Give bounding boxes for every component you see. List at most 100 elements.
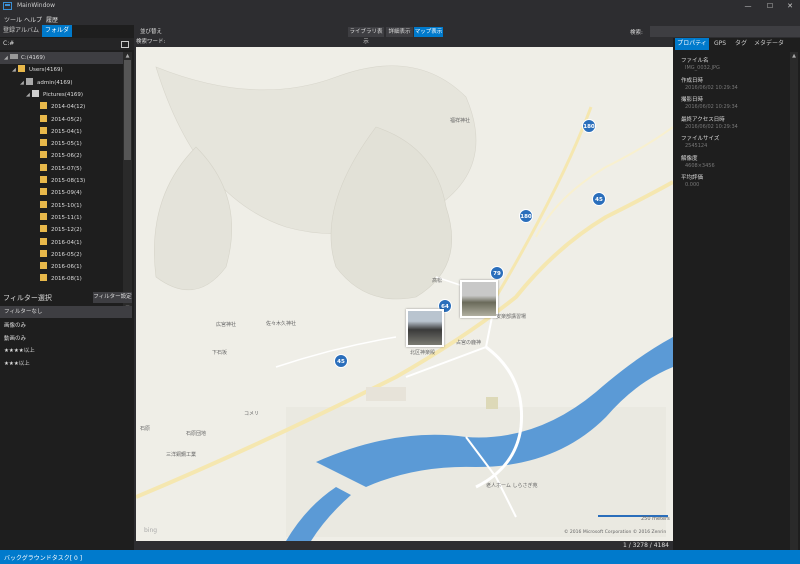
filter-images-only[interactable]: 画像のみ (0, 320, 132, 332)
library-view-button[interactable]: ライブラリ表示 (348, 27, 384, 45)
tree-item-label: 2015-07(5) (51, 165, 82, 172)
map-copyright: © 2016 Microsoft Corporation © 2016 Zenr… (564, 530, 667, 535)
tree-item-label: 2015-09(4) (51, 190, 82, 197)
close-button[interactable]: ✕ (782, 1, 798, 11)
maximize-button[interactable]: ☐ (762, 1, 778, 11)
pictures-icon (32, 89, 39, 97)
map-label: 下石坂 (212, 350, 228, 356)
scroll-up-icon[interactable]: ▲ (790, 53, 798, 59)
menu-help[interactable]: ヘルプ (24, 15, 42, 24)
tree-item[interactable]: 2015-12(2) (0, 224, 123, 236)
road-shield-180-icon: 180 (582, 119, 596, 133)
tree-item-label: 2015-11(1) (51, 214, 82, 221)
tree-item[interactable]: 2015-06(2) (0, 150, 123, 162)
tree-item[interactable]: 2015-11(1) (0, 212, 123, 224)
folder-icon (40, 151, 47, 159)
photo-pin-thumbnail[interactable] (460, 280, 498, 318)
map-label: 三洋銅鋼工業 (166, 452, 197, 458)
center-toolbar: 並び替え 検索ワード: ライブラリ表示 詳細表示 マップ表示 検索: (134, 25, 800, 47)
tree-item[interactable]: 2015-07(5) (0, 163, 123, 175)
tree-item[interactable]: 2015-04(1) (0, 126, 123, 138)
drive-icon (10, 54, 18, 59)
folder-icon (40, 262, 47, 270)
tree-item-label: 2014-05(2) (51, 116, 82, 123)
folder-icon (40, 139, 47, 147)
property-value: 2016/06/02 10:29:34 (685, 123, 738, 130)
keyword-label: 検索ワード: (136, 39, 166, 45)
tree-scroll-thumb[interactable] (124, 60, 131, 160)
tab-gps[interactable]: GPS (710, 38, 730, 50)
tree-root-label: C:# (3, 40, 15, 47)
tree-item-label: Pictures(4169) (43, 91, 84, 98)
tree-item[interactable]: 2016-04(1) (0, 237, 123, 249)
folder-icon (40, 176, 47, 183)
background-task-status: バックグラウンドタスク[ 0 ] (4, 555, 83, 562)
tree-item[interactable]: ◢ admin(4169) (0, 77, 123, 89)
collapse-all-button[interactable] (121, 41, 129, 48)
photo-pin-thumbnail[interactable] (406, 309, 444, 347)
filter-title: フィルター選択 (3, 294, 52, 302)
minimize-button[interactable]: — (740, 1, 756, 11)
tab-folders[interactable]: フォルダ (42, 25, 72, 37)
tree-item[interactable]: 2014-05(2) (0, 114, 123, 126)
status-bar: バックグラウンドタスク[ 0 ] (0, 550, 800, 564)
tree-item-label: C:(4169) (21, 55, 45, 61)
sort-button[interactable]: 並び替え (140, 27, 162, 35)
tree-item[interactable]: 2016-06(1) (0, 261, 123, 273)
filter-settings-button[interactable]: フィルター設定 (93, 292, 132, 303)
tree-item[interactable]: 2016-08(1) (0, 273, 123, 285)
property-value: 2545124 (685, 143, 708, 149)
search-input[interactable] (650, 26, 800, 37)
filter-3-stars[interactable]: ★★★以上 (0, 358, 132, 370)
left-panel: 登録アルバム フォルダ C:# ◢ C:(4169) ◢ Users(4169) ◢ ad… (0, 25, 134, 550)
map-status-bar: 1 / 3278 / 4184 (134, 541, 675, 550)
property-label: 撮影日時 (681, 97, 704, 103)
tree-item[interactable]: ◢ Pictures(4169) (0, 89, 123, 101)
property-value: 2016/06/02 10:29:34 (685, 84, 738, 91)
tab-albums[interactable]: 登録アルバム (0, 25, 42, 37)
map-label: 北区神楽殿 (410, 350, 436, 356)
tree-item[interactable]: 2014-04(12) (0, 101, 123, 113)
tree-item-label: 2016-08(1) (51, 276, 82, 283)
map-view-button[interactable]: マップ表示 (414, 27, 443, 37)
folder-icon (40, 114, 47, 122)
right-scrollbar[interactable]: ▲ (790, 52, 798, 550)
tree-item-label: 2016-04(1) (51, 239, 82, 246)
menu-tools[interactable]: ツール (4, 15, 22, 24)
window-title: MainWindow (17, 2, 55, 9)
property-value: IMG_0032.JPG (685, 65, 720, 71)
scroll-up-icon[interactable]: ▲ (123, 53, 132, 59)
map-label: 広宮神社 (216, 322, 237, 328)
tree-item[interactable]: 2015-05(1) (0, 138, 123, 150)
tree-item[interactable]: 2016-05(2) (0, 249, 123, 261)
road-shield-45-icon: 45 (592, 192, 606, 206)
property-label: ファイル名 (681, 58, 709, 64)
detail-view-button[interactable]: 詳細表示 (386, 27, 413, 37)
filter-videos-only[interactable]: 動画のみ (0, 333, 132, 345)
tree-item[interactable]: ◢ Users(4169) (0, 64, 123, 76)
tab-properties[interactable]: プロパティ (675, 38, 709, 50)
map-label: 高松 (432, 278, 443, 284)
folder-icon (40, 274, 47, 282)
property-label: 平均評価 (681, 175, 704, 181)
property-value: 4608×3456 (685, 162, 715, 169)
property-label: 解像度 (681, 155, 698, 162)
tree-item-label: 2016-06(1) (51, 264, 82, 271)
road-shield-79-icon: 79 (490, 266, 504, 280)
tree-item[interactable]: ◢ C:(4169) (0, 52, 123, 64)
tree-item[interactable]: 2015-09(4) (0, 187, 123, 199)
filter-none[interactable]: フィルターなし (0, 306, 132, 318)
folder-icon (40, 126, 47, 134)
tree-item[interactable]: 2015-08(13) (0, 175, 123, 187)
folder-icon (40, 212, 47, 220)
tree-item-label: 2015-04(1) (51, 128, 82, 135)
tree-item-label: 2015-06(2) (51, 153, 82, 160)
menu-history[interactable]: 履歴 (46, 15, 58, 24)
folder-tree[interactable]: ◢ C:(4169) ◢ Users(4169) ◢ admin(4169) ◢ Pictur… (0, 52, 123, 312)
tree-item[interactable]: 2015-10(1) (0, 200, 123, 212)
tab-tags[interactable]: タグ (731, 38, 751, 50)
tab-metadata[interactable]: メタデータ (752, 38, 786, 50)
folder-icon (40, 249, 47, 257)
map-view[interactable]: 180 45 180 79 64 45 福祥神社 高松 安楽部講習場 占宮の鹿神… (136, 47, 673, 541)
filter-4-stars[interactable]: ★★★★以上 (0, 345, 132, 357)
